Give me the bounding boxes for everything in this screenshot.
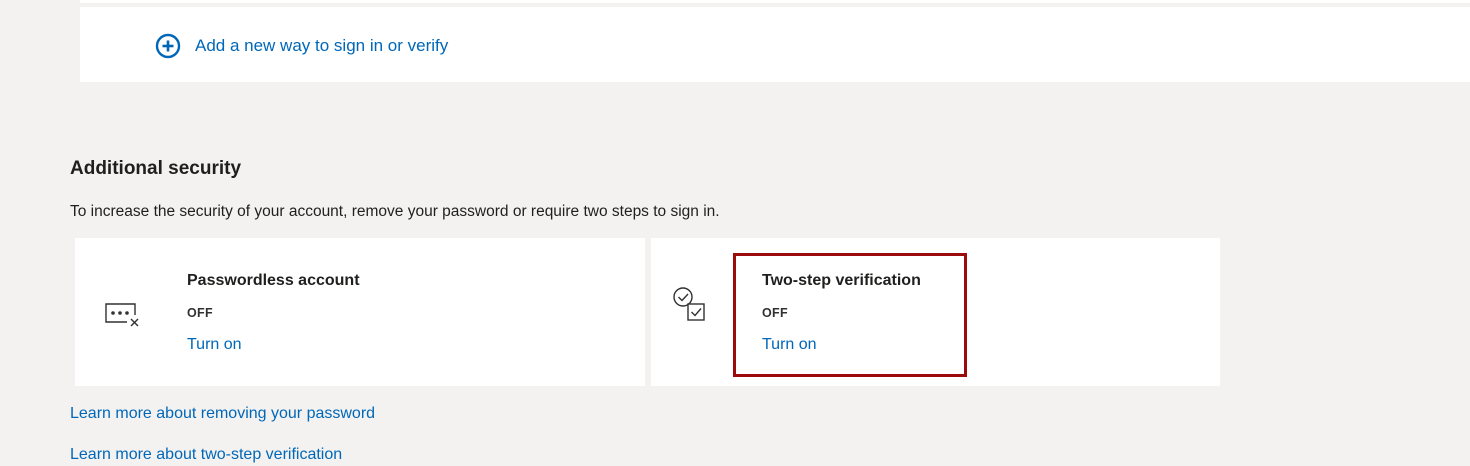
add-sign-in-method-label: Add a new way to sign in or verify	[195, 36, 449, 55]
add-sign-in-method-link[interactable]: Add a new way to sign in or verify	[155, 33, 448, 59]
learn-more-two-step-link[interactable]: Learn more about two-step verification	[70, 446, 342, 464]
account-security-page: Add a new way to sign in or verify Addit…	[0, 0, 1470, 466]
two-step-title: Two-step verification	[762, 272, 921, 289]
panel-divider	[80, 3, 1470, 7]
password-removed-icon	[105, 301, 141, 336]
passwordless-title: Passwordless account	[187, 272, 360, 289]
section-title: Additional security	[70, 158, 242, 179]
section-description: To increase the security of your account…	[70, 203, 720, 220]
passwordless-turn-on-link[interactable]: Turn on	[187, 336, 242, 354]
two-step-verification-card: Two-step verification OFF Turn on	[651, 238, 1220, 386]
two-step-check-icon	[671, 286, 711, 331]
plus-circle-icon	[155, 33, 181, 59]
two-step-turn-on-link[interactable]: Turn on	[762, 336, 817, 354]
passwordless-account-card: Passwordless account OFF Turn on	[75, 238, 645, 386]
learn-more-remove-password-link[interactable]: Learn more about removing your password	[70, 405, 375, 423]
sign-in-methods-panel: Add a new way to sign in or verify	[80, 0, 1470, 82]
two-step-status-badge: OFF	[762, 306, 788, 320]
passwordless-status-badge: OFF	[187, 306, 213, 320]
